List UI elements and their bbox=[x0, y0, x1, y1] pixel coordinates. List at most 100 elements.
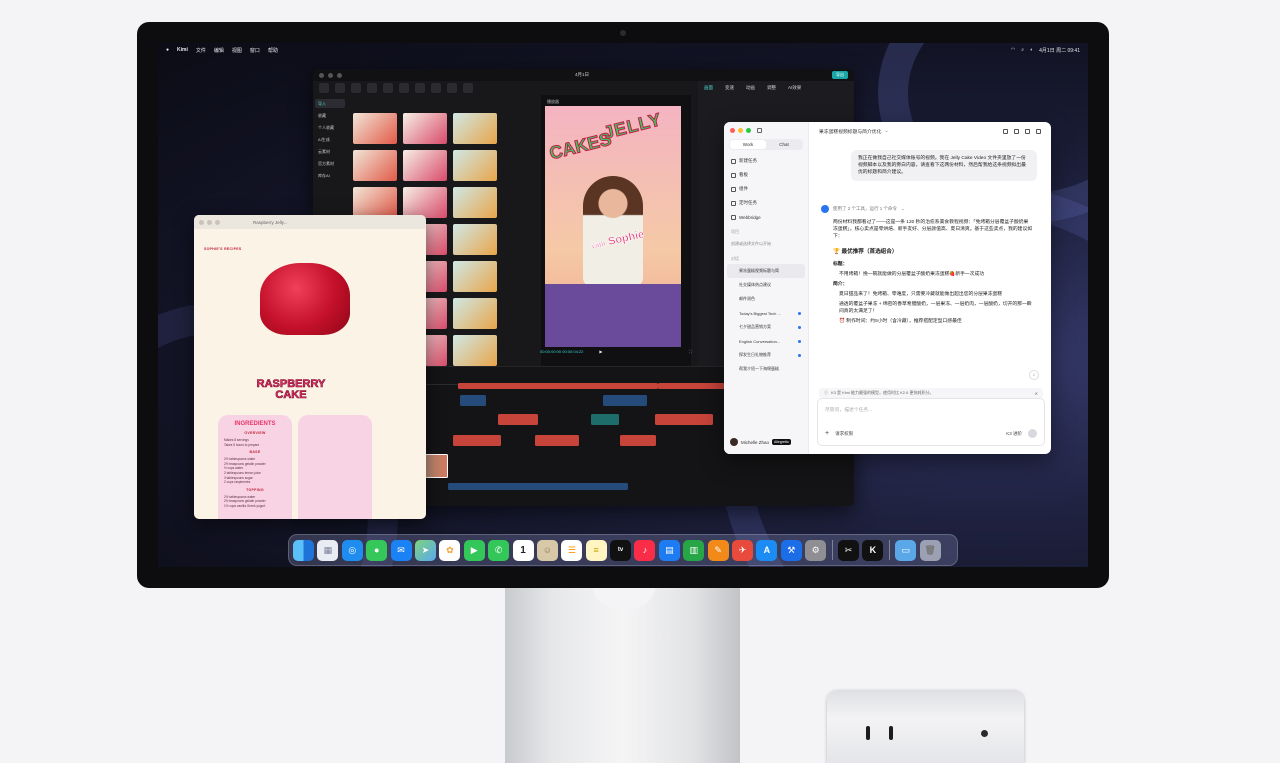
menu-help[interactable]: 帮助 bbox=[268, 47, 278, 54]
media-thumbnail[interactable] bbox=[353, 150, 397, 181]
scroll-down-button[interactable]: ↓ bbox=[1029, 370, 1039, 380]
transition-tool-icon[interactable] bbox=[399, 83, 409, 93]
notes-icon[interactable]: ≡ bbox=[585, 539, 607, 561]
video-clip[interactable] bbox=[591, 414, 619, 425]
nav-new-task[interactable]: 新建任务 bbox=[724, 154, 808, 168]
history-item[interactable]: 果冻蛋糕视频标题与简 bbox=[727, 264, 805, 278]
user-profile[interactable]: Michelle Zhao Allegretto bbox=[730, 438, 791, 446]
close-button[interactable] bbox=[730, 128, 735, 133]
audio-tool-icon[interactable] bbox=[335, 83, 345, 93]
model-selector[interactable]: K3 进阶 bbox=[1006, 431, 1022, 437]
panel-icon[interactable] bbox=[1036, 128, 1041, 134]
phone-icon[interactable]: ✆ bbox=[488, 539, 510, 561]
media-thumbnail[interactable] bbox=[453, 113, 497, 144]
safari-icon[interactable]: ◎ bbox=[341, 539, 363, 561]
window-button[interactable] bbox=[207, 219, 212, 225]
chat-title[interactable]: 果冻蛋糕视频标题与简介优化 bbox=[819, 128, 881, 135]
search-icon[interactable]: ⌕ bbox=[1021, 47, 1024, 53]
tv-icon[interactable]: tv bbox=[610, 539, 632, 561]
mail-icon[interactable]: ✉ bbox=[390, 539, 412, 561]
media-thumbnail[interactable] bbox=[453, 261, 497, 292]
sidebar-item-personal[interactable]: 个人收藏 bbox=[315, 123, 345, 132]
history-item[interactable]: 帮我介绍一下海绵蛋糕 bbox=[724, 362, 808, 376]
control-center-icon[interactable]: ◐ bbox=[1030, 47, 1033, 53]
history-item[interactable]: 探发生日礼物推荐 bbox=[724, 348, 808, 362]
video-clip[interactable] bbox=[498, 414, 538, 425]
media-thumbnail[interactable] bbox=[403, 187, 447, 218]
nav-widgets[interactable]: 组件 bbox=[724, 182, 808, 196]
window-button[interactable] bbox=[328, 72, 333, 78]
video-clip[interactable] bbox=[620, 435, 656, 446]
sidebar-toggle-icon[interactable] bbox=[757, 128, 762, 133]
ai-tool-icon[interactable] bbox=[463, 83, 473, 93]
maps-icon[interactable]: ➤ bbox=[414, 539, 436, 561]
history-item[interactable]: Today's Biggest Tech ... bbox=[724, 306, 808, 320]
menu-window[interactable]: 窗口 bbox=[250, 47, 260, 54]
permission-button[interactable]: 请求权限 bbox=[835, 431, 853, 437]
more-icon[interactable] bbox=[1025, 128, 1030, 134]
nav-board[interactable]: 看板 bbox=[724, 168, 808, 182]
sticker-tool-icon[interactable] bbox=[367, 83, 377, 93]
menu-edit[interactable]: 编辑 bbox=[214, 47, 224, 54]
effects-tool-icon[interactable] bbox=[383, 83, 393, 93]
keynote-icon[interactable]: ▤ bbox=[658, 539, 680, 561]
share-icon[interactable] bbox=[1014, 128, 1019, 134]
photos-icon[interactable]: ✿ bbox=[439, 539, 461, 561]
window-button[interactable] bbox=[319, 72, 324, 78]
media-thumbnail[interactable] bbox=[453, 150, 497, 181]
app-menu-name[interactable]: Kimi bbox=[177, 47, 188, 53]
music-icon[interactable]: ♪ bbox=[634, 539, 656, 561]
text-tool-icon[interactable] bbox=[351, 83, 361, 93]
media-thumbnail[interactable] bbox=[453, 224, 497, 255]
close-icon[interactable]: ✕ bbox=[1035, 391, 1038, 396]
kimi-icon[interactable]: K bbox=[862, 539, 884, 561]
add-attachment-button[interactable]: + bbox=[825, 430, 829, 437]
numbers-icon[interactable]: ▥ bbox=[683, 539, 705, 561]
media-thumbnail[interactable] bbox=[353, 187, 397, 218]
reminders-icon[interactable]: ☰ bbox=[561, 539, 583, 561]
media-tool-icon[interactable] bbox=[319, 83, 329, 93]
menu-file[interactable]: 文件 bbox=[196, 47, 206, 54]
video-clip[interactable] bbox=[603, 395, 647, 406]
history-item[interactable]: English Conversation... bbox=[724, 334, 808, 348]
sidebar-item-import[interactable]: 导入 bbox=[315, 99, 345, 108]
app-store-icon[interactable]: A bbox=[756, 539, 778, 561]
minimize-button[interactable] bbox=[738, 128, 743, 133]
video-clip[interactable] bbox=[655, 414, 713, 425]
testflight-icon[interactable]: ✈ bbox=[732, 539, 754, 561]
settings-icon[interactable]: ⚙ bbox=[805, 539, 827, 561]
template-tool-icon[interactable] bbox=[447, 83, 457, 93]
tool-usage-summary[interactable]: 使用了 2 个工具，运行 1 个命令 ⌄ bbox=[821, 205, 905, 213]
menubar-clock[interactable]: 4月1日 周二 09:41 bbox=[1039, 47, 1080, 54]
window-button[interactable] bbox=[337, 72, 342, 78]
sidebar-item-cloud[interactable]: 云素材 bbox=[315, 147, 345, 156]
media-thumbnail[interactable] bbox=[403, 150, 447, 181]
media-thumbnail[interactable] bbox=[403, 113, 447, 144]
video-clip[interactable] bbox=[535, 435, 579, 446]
tab-animation[interactable]: 动画 bbox=[746, 85, 755, 91]
capcut-icon[interactable]: ✂ bbox=[837, 539, 859, 561]
chevron-down-icon[interactable]: ⌄ bbox=[884, 129, 888, 134]
audio-clip[interactable] bbox=[448, 483, 628, 490]
tab-adjust[interactable]: 调整 bbox=[767, 85, 776, 91]
window-button[interactable] bbox=[215, 219, 220, 225]
trash-icon[interactable]: 🗑 bbox=[919, 539, 941, 561]
export-button[interactable]: 导出 bbox=[832, 71, 848, 79]
fullscreen-icon[interactable]: ⛶ bbox=[689, 349, 692, 354]
history-item[interactable]: 社交媒体热点建议 bbox=[724, 278, 808, 292]
nav-webbridge[interactable]: Webbridge bbox=[724, 210, 808, 224]
send-button[interactable] bbox=[1028, 429, 1037, 438]
menu-view[interactable]: 视图 bbox=[232, 47, 242, 54]
chat-input[interactable]: 尽管问，描述个任务... + 请求权限 K3 进阶 bbox=[817, 398, 1045, 446]
text-clip[interactable] bbox=[458, 383, 658, 389]
sidebar-item-favorites[interactable]: 收藏 bbox=[315, 111, 345, 120]
history-item[interactable]: 七夕甜品营销方案 bbox=[724, 320, 808, 334]
pages-icon[interactable]: ✎ bbox=[707, 539, 729, 561]
tab-speed[interactable]: 变速 bbox=[725, 85, 734, 91]
projects-hint[interactable]: 创建或选择文件以开始 bbox=[724, 237, 808, 251]
calendar-icon[interactable]: 1 bbox=[512, 539, 534, 561]
history-item[interactable]: 邮件润色 bbox=[724, 292, 808, 306]
media-thumbnail[interactable] bbox=[453, 298, 497, 329]
media-thumbnail[interactable] bbox=[453, 187, 497, 218]
launchpad-icon[interactable]: ▦ bbox=[317, 539, 339, 561]
